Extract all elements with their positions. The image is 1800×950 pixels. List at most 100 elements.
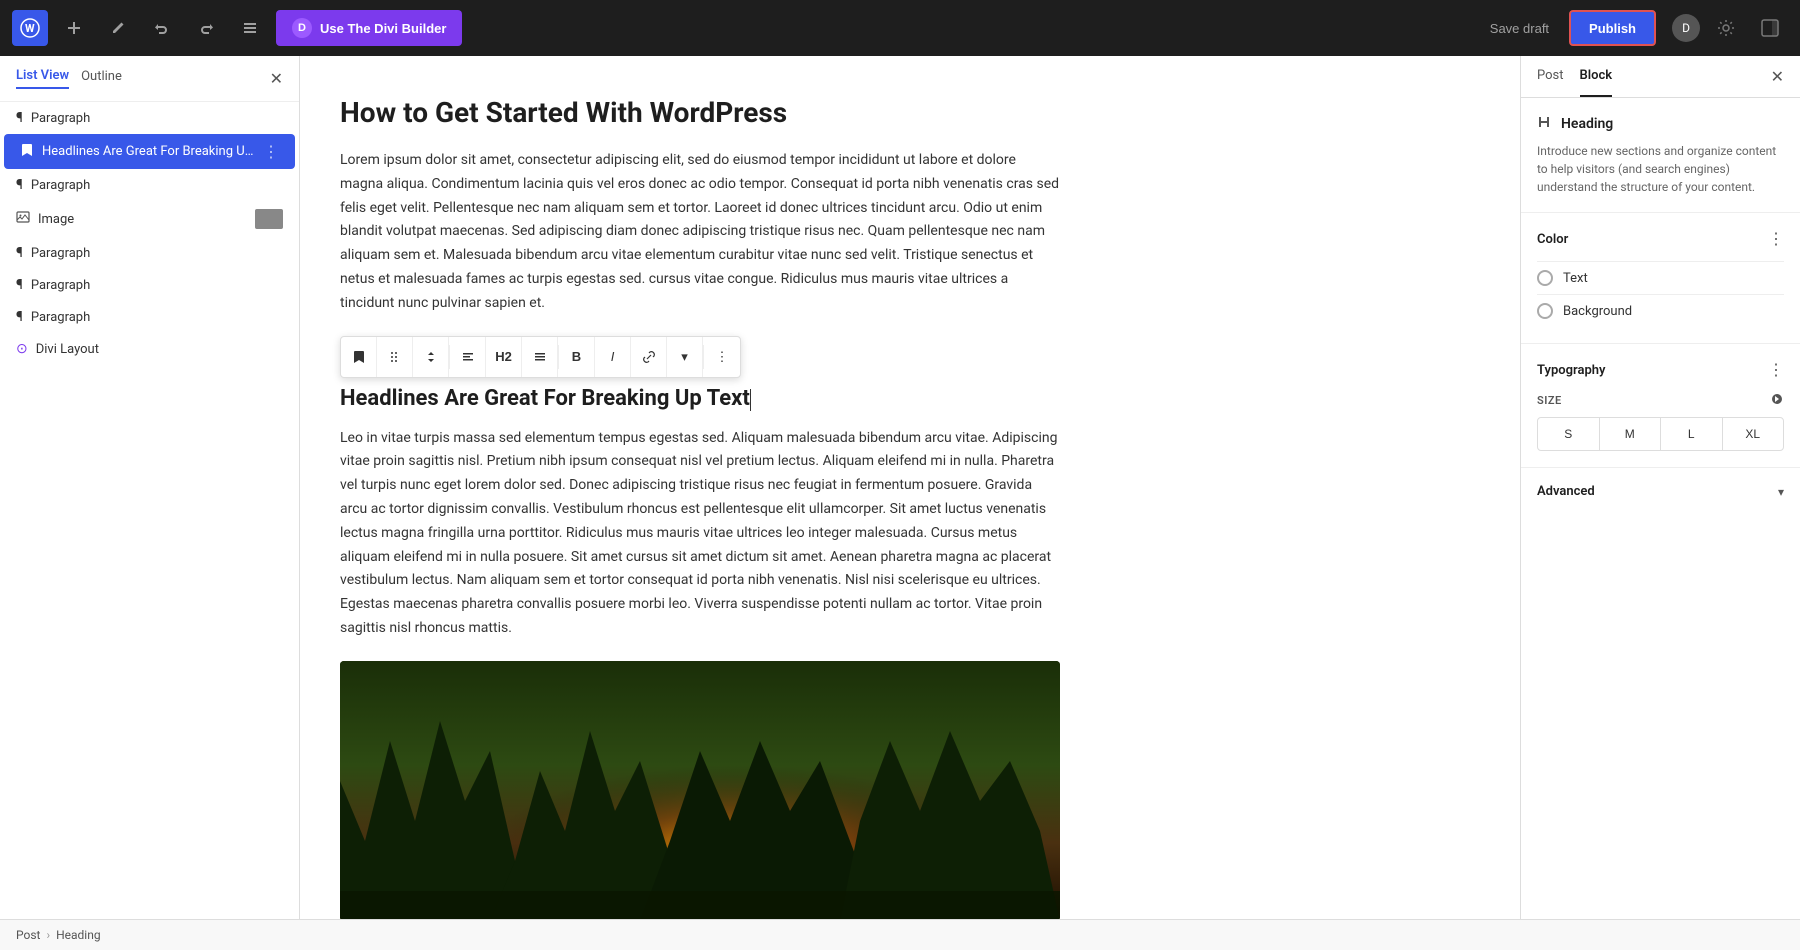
sidebar-item-paragraph-4[interactable]: ¶ Paragraph — [0, 269, 299, 301]
advanced-title: Advanced — [1537, 484, 1595, 499]
more-options-icon[interactable]: ⋮ — [263, 142, 279, 161]
toolbar-bookmark-button[interactable] — [341, 337, 377, 377]
sidebar-item-paragraph-1[interactable]: ¶ Paragraph — [0, 102, 299, 134]
text-color-radio[interactable] — [1537, 270, 1553, 286]
heading-block-icon — [1537, 114, 1553, 134]
post-image — [340, 661, 1060, 919]
sidebar-item-label: Paragraph — [31, 111, 283, 126]
toolbar-italic-button[interactable]: I — [595, 337, 631, 377]
body-paragraph-1[interactable]: Lorem ipsum dolor sit amet, consectetur … — [340, 149, 1060, 316]
panel-toggle-button[interactable] — [1752, 10, 1788, 46]
right-panel-close-button[interactable]: ✕ — [1771, 67, 1784, 87]
sidebar-close-button[interactable]: ✕ — [270, 69, 283, 89]
content-area[interactable]: How to Get Started With WordPress Lorem … — [300, 56, 1520, 919]
toolbar-bold-button[interactable]: B — [559, 337, 595, 377]
svg-text:W: W — [25, 22, 35, 35]
image-icon — [16, 210, 30, 228]
divi-icon: D — [292, 18, 312, 38]
settings-button[interactable] — [1708, 10, 1744, 46]
size-l-button[interactable]: L — [1661, 418, 1723, 450]
block-type-title: Heading — [1561, 116, 1613, 132]
breadcrumb: Post › Heading — [0, 919, 1800, 950]
text-color-row[interactable]: Text — [1537, 261, 1784, 294]
sidebar-item-label: Paragraph — [31, 278, 283, 293]
redo-button[interactable] — [188, 10, 224, 46]
color-more-button[interactable]: ⋮ — [1768, 229, 1784, 249]
size-m-button[interactable]: M — [1600, 418, 1662, 450]
advanced-chevron-icon: ▾ — [1778, 485, 1784, 499]
sidebar-item-paragraph-5[interactable]: ¶ Paragraph — [0, 301, 299, 333]
divi-builder-button[interactable]: D Use The Divi Builder — [276, 10, 462, 46]
toolbar-text-align-button[interactable] — [522, 337, 558, 377]
sidebar-item-label: Paragraph — [31, 178, 283, 193]
sidebar-item-label: Divi Layout — [36, 342, 283, 357]
forest-svg — [340, 661, 1060, 919]
heading-block[interactable]: Headlines Are Great For Breaking Up Text — [340, 386, 1060, 411]
color-section-title: Color — [1537, 232, 1568, 247]
add-block-button[interactable] — [56, 10, 92, 46]
body-paragraph-2[interactable]: Leo in vitae turpis massa sed elementum … — [340, 427, 1060, 641]
background-color-row[interactable]: Background — [1537, 294, 1784, 327]
typography-more-button[interactable]: ⋮ — [1768, 360, 1784, 380]
paragraph-icon: ¶ — [16, 277, 23, 293]
sidebar: List View Outline ✕ ¶ Paragraph Headline… — [0, 56, 300, 919]
toolbar-h2-button[interactable]: H2 — [486, 337, 522, 377]
edit-button[interactable] — [100, 10, 136, 46]
advanced-section-header[interactable]: Advanced ▾ — [1537, 484, 1784, 499]
divi-layout-icon: ⊙ — [16, 341, 28, 357]
sidebar-header: List View Outline ✕ — [0, 56, 299, 102]
sidebar-item-label: Paragraph — [31, 310, 283, 325]
toolbar-chevron-button[interactable]: ▾ — [667, 337, 703, 377]
rp-tab-post[interactable]: Post — [1537, 56, 1564, 97]
toolbar-align-button[interactable] — [450, 337, 486, 377]
toolbar-more-button[interactable]: ⋮ — [704, 337, 740, 377]
sidebar-item-label: Paragraph — [31, 246, 283, 261]
sidebar-item-label: Headlines Are Great For Breaking Up T... — [42, 144, 255, 159]
typography-title: Typography — [1537, 363, 1606, 378]
color-section-header: Color ⋮ — [1537, 229, 1784, 249]
paragraph-icon: ¶ — [16, 245, 23, 261]
breadcrumb-heading: Heading — [56, 928, 101, 942]
color-section: Color ⋮ Text Background — [1521, 213, 1800, 344]
size-reset-button[interactable] — [1770, 392, 1784, 409]
list-view-button[interactable] — [232, 10, 268, 46]
block-info-section: Heading Introduce new sections and organ… — [1521, 98, 1800, 213]
size-label: SIZE — [1537, 392, 1784, 409]
sidebar-item-paragraph-3[interactable]: ¶ Paragraph — [0, 237, 299, 269]
sidebar-item-image[interactable]: Image — [0, 201, 299, 237]
size-buttons-group: S M L XL — [1537, 417, 1784, 451]
text-color-label: Text — [1563, 271, 1588, 286]
background-color-radio[interactable] — [1537, 303, 1553, 319]
sidebar-item-paragraph-2[interactable]: ¶ Paragraph — [0, 169, 299, 201]
undo-button[interactable] — [144, 10, 180, 46]
save-draft-button[interactable]: Save draft — [1478, 21, 1561, 36]
sidebar-item-divi-layout[interactable]: ⊙ Divi Layout — [0, 333, 299, 365]
toolbar-move-button[interactable] — [413, 337, 449, 377]
right-panel-tabs: Post Block ✕ — [1521, 56, 1800, 98]
right-panel: Post Block ✕ Heading Introduce new secti… — [1520, 56, 1800, 919]
block-header: Heading — [1537, 114, 1784, 134]
sidebar-tab-listview[interactable]: List View — [16, 68, 69, 89]
publish-button[interactable]: Publish — [1569, 10, 1656, 46]
block-description: Introduce new sections and organize cont… — [1537, 142, 1784, 196]
breadcrumb-separator: › — [46, 928, 50, 942]
toolbar-drag-button[interactable] — [377, 337, 413, 377]
sidebar-item-heading[interactable]: Headlines Are Great For Breaking Up T...… — [4, 134, 295, 169]
paragraph-icon: ¶ — [16, 177, 23, 193]
sidebar-tab-outline[interactable]: Outline — [81, 69, 122, 88]
breadcrumb-post-link[interactable]: Post — [16, 928, 40, 942]
bookmark-icon — [20, 143, 34, 161]
size-s-button[interactable]: S — [1538, 418, 1600, 450]
typography-section: Typography ⋮ SIZE S M L XL — [1521, 344, 1800, 468]
paragraph-icon: ¶ — [16, 309, 23, 325]
topbar: W D Use The Divi Builder Save draft Publ… — [0, 0, 1800, 56]
rp-tab-block[interactable]: Block — [1580, 56, 1613, 97]
text-cursor — [750, 389, 751, 411]
size-xl-button[interactable]: XL — [1723, 418, 1784, 450]
advanced-section: Advanced ▾ — [1521, 468, 1800, 515]
forest-image-bg — [340, 661, 1060, 919]
background-color-label: Background — [1563, 304, 1632, 319]
toolbar-link-button[interactable] — [631, 337, 667, 377]
sidebar-items-list: ¶ Paragraph Headlines Are Great For Brea… — [0, 102, 299, 919]
paragraph-icon: ¶ — [16, 110, 23, 126]
